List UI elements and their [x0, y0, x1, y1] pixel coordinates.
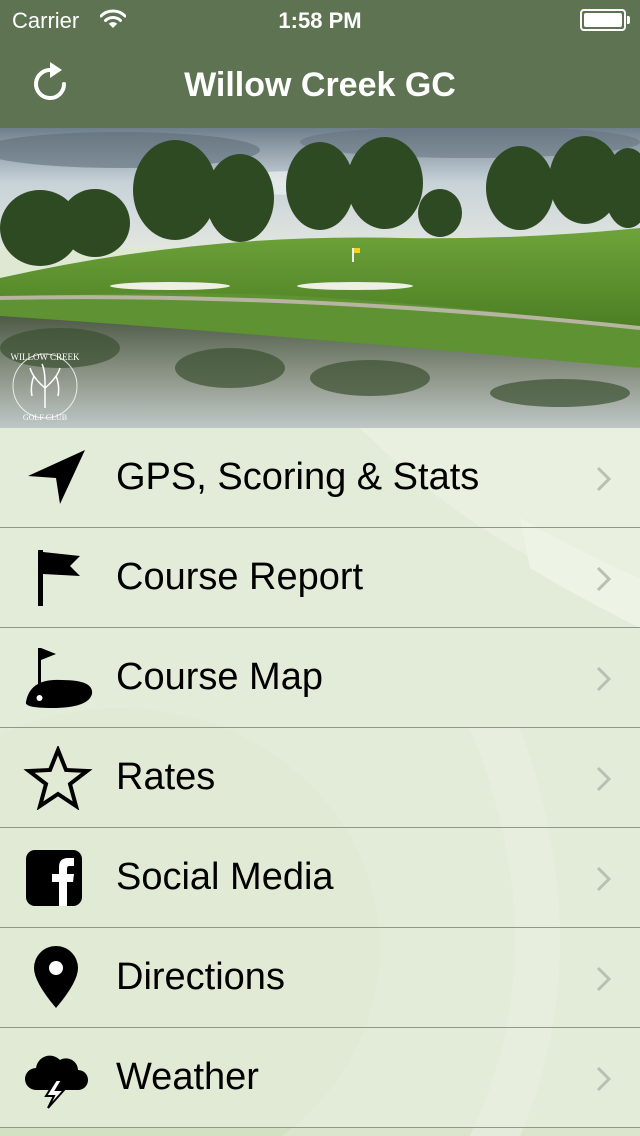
- map-pin-icon: [34, 946, 78, 1008]
- page-title: Willow Creek GC: [184, 66, 456, 104]
- navigation-arrow-icon: [28, 450, 85, 504]
- menu-list: GPS, Scoring & Stats Course Report Cours…: [0, 428, 640, 1128]
- menu-item-course-map[interactable]: Course Map: [0, 628, 640, 728]
- chevron-right-icon: [596, 466, 612, 492]
- chevron-right-icon: [596, 1066, 612, 1092]
- chevron-right-icon: [596, 966, 612, 992]
- star-icon: [23, 746, 93, 810]
- top-bar: Carrier 1:58 PM Willow Creek GC: [0, 0, 640, 128]
- chevron-right-icon: [596, 666, 612, 692]
- status-bar: Carrier 1:58 PM: [0, 0, 640, 40]
- menu-item-weather[interactable]: Weather: [0, 1028, 640, 1128]
- chevron-right-icon: [596, 766, 612, 792]
- menu-item-label: Course Map: [116, 656, 323, 698]
- status-time: 1:58 PM: [278, 8, 362, 33]
- battery-level: [584, 13, 622, 27]
- golf-green-icon: [25, 648, 93, 708]
- chevron-right-icon: [596, 566, 612, 592]
- menu-item-label: Course Report: [116, 556, 364, 598]
- chevron-right-icon: [596, 866, 612, 892]
- menu-item-gps-scoring-stats[interactable]: GPS, Scoring & Stats: [0, 428, 640, 528]
- menu-item-rates[interactable]: Rates: [0, 728, 640, 828]
- hero-image: WILLOW CREEK GOLF CLUB: [0, 128, 640, 428]
- facebook-icon: [26, 850, 82, 906]
- menu-item-label: Directions: [116, 956, 285, 998]
- main-menu: GPS, Scoring & Stats Course Report Cours…: [0, 428, 640, 1136]
- flag-icon: [38, 550, 80, 606]
- menu-item-label: Social Media: [116, 856, 334, 898]
- svg-text:WILLOW CREEK: WILLOW CREEK: [10, 352, 80, 362]
- battery-icon: [580, 9, 630, 31]
- menu-item-social-media[interactable]: Social Media: [0, 828, 640, 928]
- svg-text:GOLF CLUB: GOLF CLUB: [23, 413, 67, 422]
- menu-item-label: GPS, Scoring & Stats: [116, 456, 480, 498]
- menu-item-course-report[interactable]: Course Report: [0, 528, 640, 628]
- storm-cloud-icon: [25, 1055, 88, 1109]
- menu-item-label: Weather: [116, 1056, 259, 1098]
- menu-item-label: Rates: [116, 756, 216, 798]
- navigation-bar: Willow Creek GC: [0, 40, 640, 128]
- menu-item-directions[interactable]: Directions: [0, 928, 640, 1028]
